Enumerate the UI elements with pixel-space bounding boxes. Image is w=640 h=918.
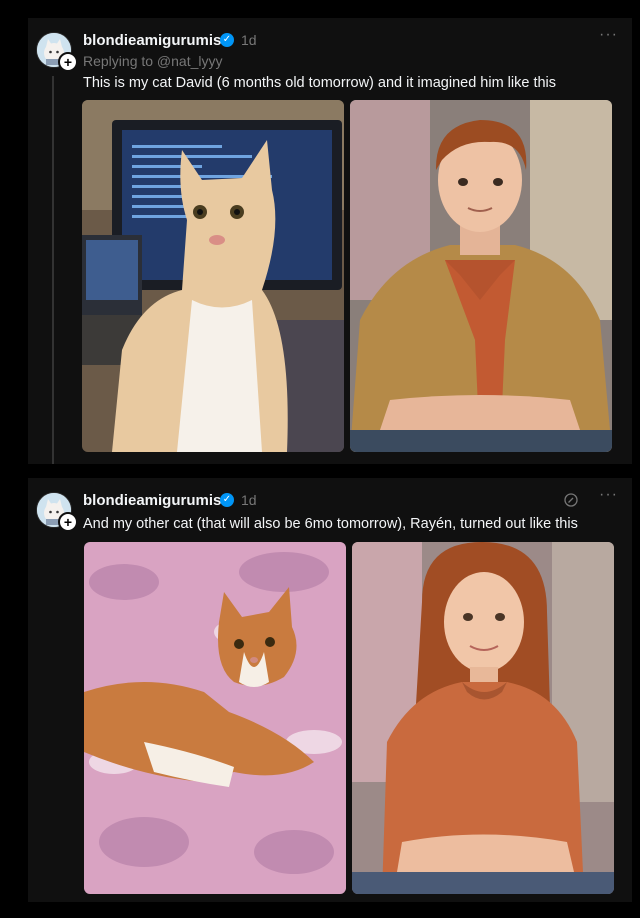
- photo-cat-at-computer-image: [82, 100, 344, 452]
- post-time: 1d: [241, 492, 257, 508]
- thread-line: [52, 76, 54, 464]
- photo-cat-on-blanket-image: [84, 542, 346, 894]
- post-caption: And my other cat (that will also be 6mo …: [83, 516, 578, 532]
- username[interactable]: blondieamigurumis: [83, 32, 221, 49]
- more-options-icon[interactable]: ···: [599, 26, 618, 44]
- more-options-icon[interactable]: ···: [599, 486, 618, 504]
- replying-to[interactable]: Replying to @nat_lyyy: [83, 53, 223, 69]
- photo-young-man-jacket[interactable]: [350, 100, 612, 452]
- photo-cat-on-blanket[interactable]: [84, 542, 346, 894]
- thread-post-2: + blondieamigurumis ✓ 1d ··· And my othe…: [28, 478, 632, 902]
- thread-post-1: + blondieamigurumis ✓ 1d ··· Replying to…: [28, 18, 632, 464]
- verified-badge-icon: ✓: [220, 493, 234, 507]
- photo-young-woman-redhead-image: [352, 542, 614, 894]
- follow-plus-icon[interactable]: +: [58, 52, 78, 72]
- photo-young-man-jacket-image: [350, 100, 612, 452]
- verified-badge-icon: ✓: [220, 33, 234, 47]
- post-time: 1d: [241, 32, 257, 48]
- photo-cat-at-computer[interactable]: [82, 100, 344, 452]
- post-caption: This is my cat David (6 months old tomor…: [83, 75, 557, 91]
- edit-icon[interactable]: [564, 493, 578, 507]
- username[interactable]: blondieamigurumis: [83, 492, 221, 509]
- follow-plus-icon[interactable]: +: [58, 512, 78, 532]
- photo-young-woman-redhead[interactable]: [352, 542, 614, 894]
